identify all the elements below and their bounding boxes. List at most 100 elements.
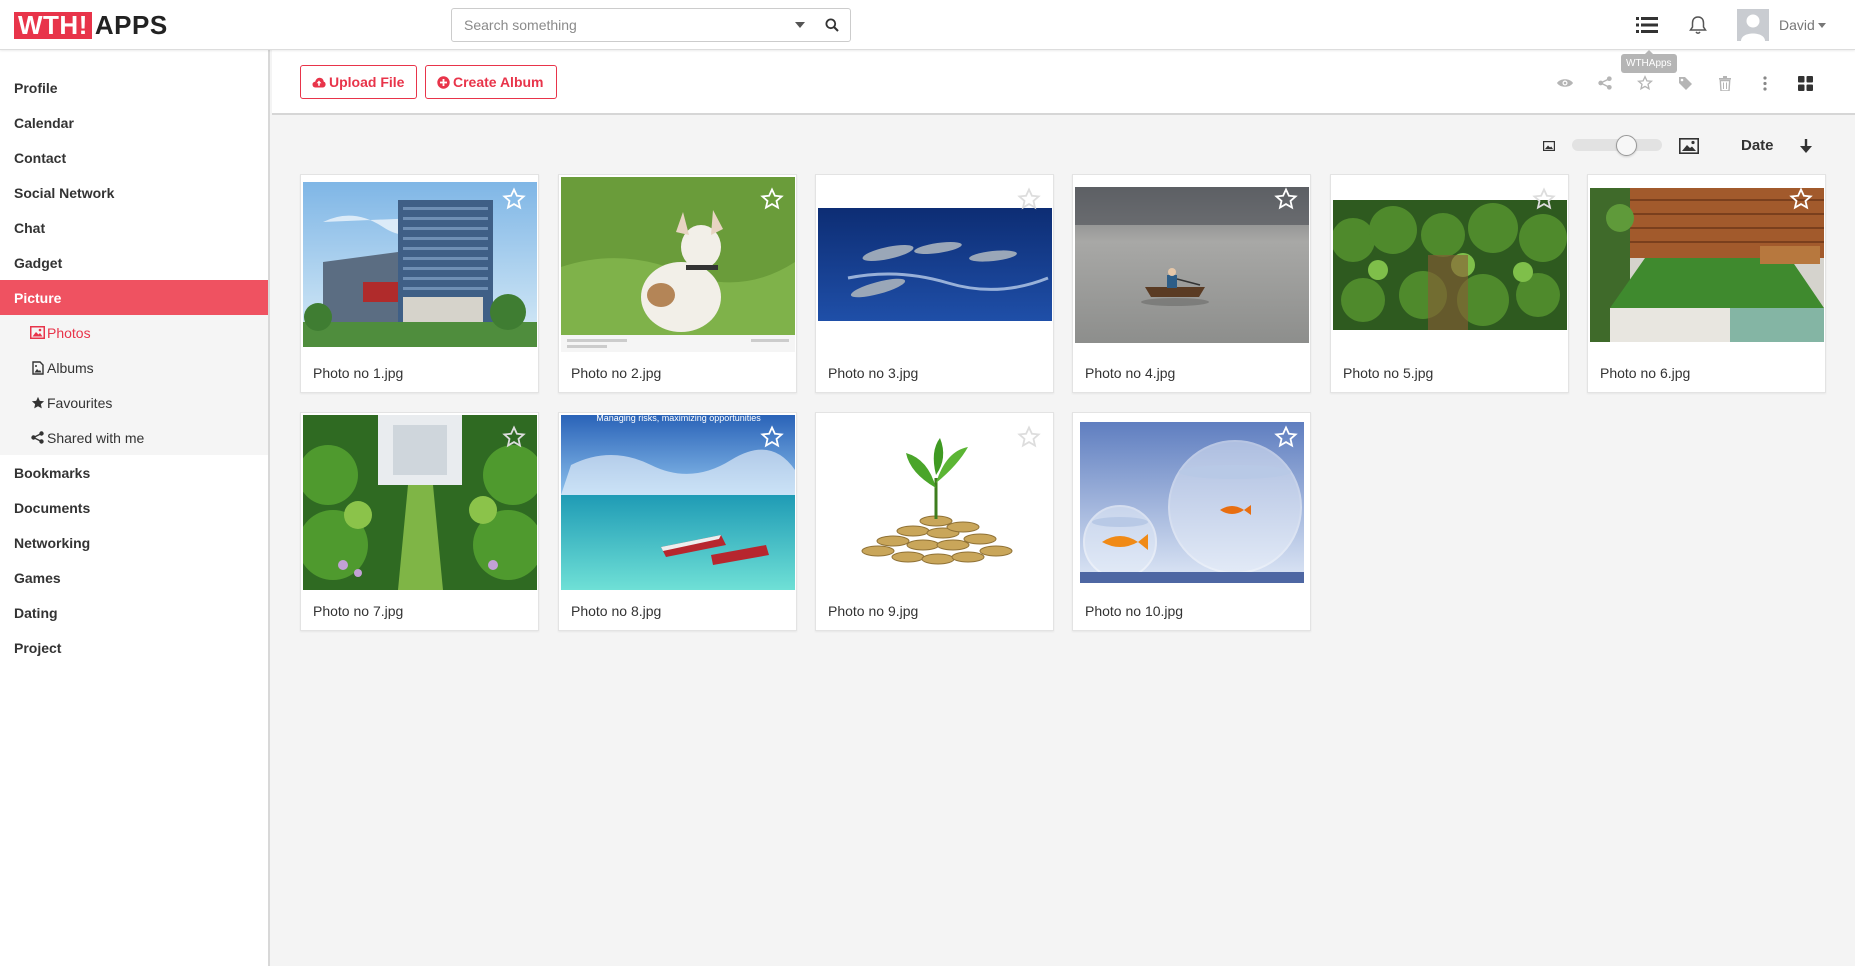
sidebar-subitem-photos[interactable]: Photos [0,315,268,350]
photo-card[interactable]: Photo no 4.jpg [1072,174,1311,393]
photo-caption: Photo no 1.jpg [313,365,404,381]
tooltip: WTHApps [1621,50,1677,73]
star-outline-icon[interactable] [1017,187,1041,211]
create-album-button[interactable]: Create Album [425,65,557,99]
user-silhouette-icon [1737,9,1769,41]
photo-caption: Photo no 4.jpg [1085,365,1176,381]
sidebar-subitem-label: Albums [47,359,94,376]
album-icon [30,360,45,375]
sidebar-item-label: Project [14,639,62,656]
photo-card[interactable]: Photo no 5.jpg [1330,174,1569,393]
sort-direction-button[interactable] [1799,132,1813,160]
sidebar-item-games[interactable]: Games [0,560,268,595]
photo-caption: Photo no 7.jpg [313,603,404,619]
picture-submenu: Photos Albums Favourites Shared with me [0,315,268,455]
sidebar-subitem-favourites[interactable]: Favourites [0,385,268,420]
sidebar-item-label: Social Network [14,184,115,201]
zoom-in-button[interactable] [1679,132,1699,160]
sidebar-item-networking[interactable]: Networking [0,525,268,560]
sidebar-item-contact[interactable]: Contact [0,140,268,175]
sidebar-item-chat[interactable]: Chat [0,210,268,245]
delete-button[interactable] [1714,72,1736,94]
sidebar-item-label: Bookmarks [14,464,91,481]
slider-handle[interactable] [1616,135,1637,156]
caret-down-icon [1817,22,1826,28]
sidebar-item-gadget[interactable]: Gadget [0,245,268,280]
sidebar-subitem-label: Shared with me [47,429,145,446]
photo-card[interactable]: Managing risks, maximizing opportunities… [558,412,797,631]
app-logo[interactable]: WTH! APPS [14,12,168,39]
small-image-icon [1543,141,1555,151]
sidebar-item-bookmarks[interactable]: Bookmarks [0,455,268,490]
star-outline-icon[interactable] [502,425,526,449]
star-outline-icon[interactable] [1789,187,1813,211]
favourite-button[interactable] [1634,72,1656,94]
star-outline-icon[interactable] [1274,425,1298,449]
avatar [1737,9,1769,41]
photo-card[interactable]: Photo no 7.jpg [300,412,539,631]
more-icon [1763,75,1767,91]
sidebar-subitem-label: Photos [47,324,91,341]
sidebar-subitem-label: Favourites [47,394,113,411]
sidebar-item-documents[interactable]: Documents [0,490,268,525]
star-outline-icon[interactable] [760,425,784,449]
photo-caption: Photo no 8.jpg [571,603,662,619]
logo-text: APPS [94,10,168,40]
star-outline-icon[interactable] [1532,187,1556,211]
photo-card[interactable]: Photo no 10.jpg [1072,412,1311,631]
plus-circle-icon [437,75,450,89]
upload-file-label: Upload File [329,74,405,90]
apps-list-button[interactable] [1633,11,1661,39]
star-outline-icon[interactable] [1017,425,1041,449]
star-outline-icon[interactable] [760,187,784,211]
grid-view-button[interactable] [1794,72,1816,94]
more-options-button[interactable] [1754,72,1776,94]
arrow-down-icon [1800,139,1812,153]
sidebar-item-profile[interactable]: Profile [0,70,268,105]
photo-card[interactable]: Photo no 2.jpg [558,174,797,393]
bell-icon [1689,16,1707,34]
sidebar-item-calendar[interactable]: Calendar [0,105,268,140]
search-icon [825,18,839,32]
photo-card[interactable]: Photo no 3.jpg [815,174,1054,393]
list-icon [1636,17,1658,33]
share-button[interactable] [1594,72,1616,94]
sidebar-item-label: Gadget [14,254,63,271]
photo-card[interactable]: Photo no 1.jpg [300,174,539,393]
search-filter-dropdown[interactable] [786,9,814,41]
star-outline-icon[interactable] [1274,187,1298,211]
sidebar-item-dating[interactable]: Dating [0,595,268,630]
photo-card[interactable]: Photo no 9.jpg [815,412,1054,631]
trash-icon [1719,75,1731,91]
sidebar-item-label: Dating [14,604,58,621]
sidebar-item-label: Documents [14,499,91,516]
sidebar-item-picture[interactable]: Picture [0,280,268,315]
star-outline-icon [1637,75,1653,91]
photo-caption: Photo no 3.jpg [828,365,919,381]
sidebar-item-label: Chat [14,219,46,236]
photo-card[interactable]: Photo no 6.jpg [1587,174,1826,393]
top-header: WTH! APPS David [0,0,1855,50]
sort-by-label[interactable]: Date [1741,137,1774,154]
sidebar-item-label: Networking [14,534,91,551]
sidebar-item-project[interactable]: Project [0,630,268,665]
preview-button[interactable] [1554,72,1576,94]
search-input[interactable] [452,9,786,41]
sidebar-item-social-network[interactable]: Social Network [0,175,268,210]
zoom-out-button[interactable] [1543,132,1555,160]
tag-button[interactable] [1674,72,1696,94]
notifications-button[interactable] [1684,11,1712,39]
sidebar-item-label: Picture [14,289,62,306]
upload-file-button[interactable]: Upload File [300,65,418,99]
photo-caption: Photo no 2.jpg [571,365,662,381]
search-bar [451,8,851,42]
sidebar-subitem-albums[interactable]: Albums [0,350,268,385]
user-menu[interactable]: David [1737,9,1826,41]
sidebar: Profile Calendar Contact Social Network … [0,50,270,966]
star-outline-icon[interactable] [502,187,526,211]
sidebar-item-label: Calendar [14,114,74,131]
star-icon [30,395,45,410]
sidebar-subitem-shared-with-me[interactable]: Shared with me [0,420,268,455]
search-button[interactable] [814,9,850,41]
toolbar: Upload File Create Album [272,50,1855,115]
